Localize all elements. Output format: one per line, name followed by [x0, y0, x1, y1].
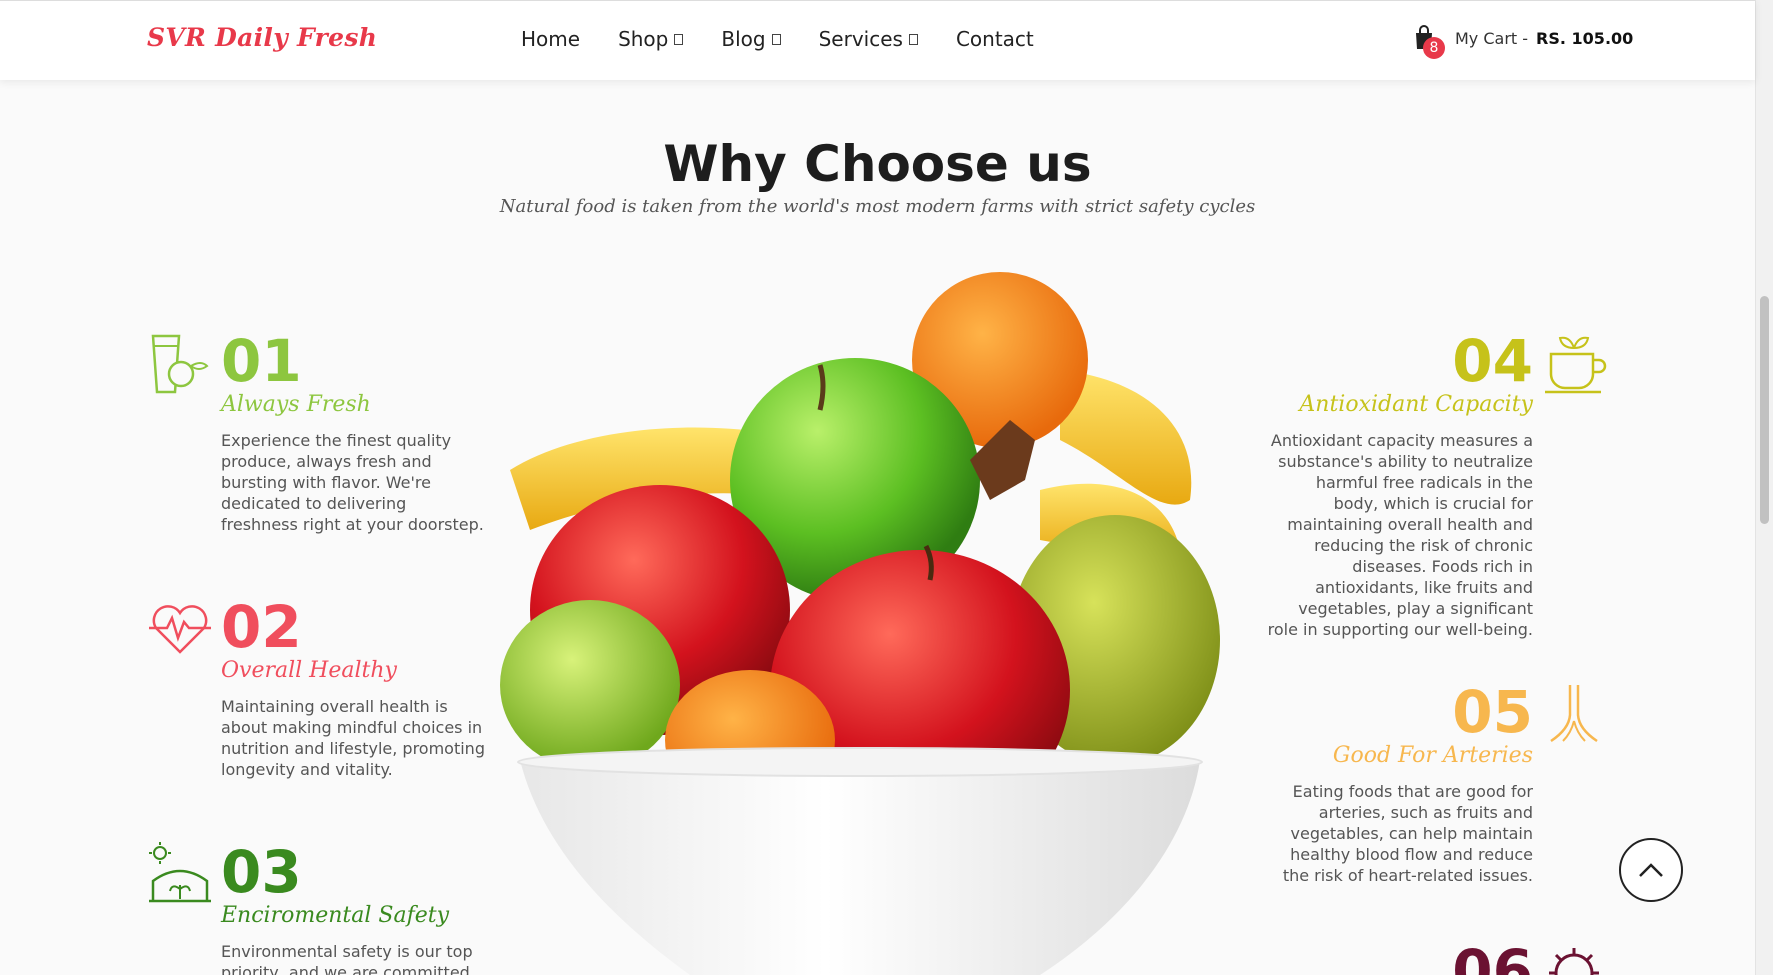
site-logo[interactable]: SVR Daily Fresh	[147, 23, 377, 52]
section-subtitle: Natural food is taken from the world's m…	[499, 196, 1256, 217]
feature-antioxidant-capacity: 04 Antioxidant Capacity Antioxidant capa…	[1267, 327, 1607, 639]
feature-title: Antioxidant Capacity	[1299, 392, 1533, 417]
nav-blog-label: Blog	[721, 27, 766, 51]
fruit-bowl-image	[500, 272, 1220, 975]
cart-label: My Cart -	[1455, 28, 1529, 48]
nav-home[interactable]: Home	[521, 27, 580, 51]
feature-number: 06	[1452, 940, 1533, 975]
feature-06: 06	[1267, 940, 1607, 975]
greenhouse-icon	[149, 842, 211, 903]
feature-number: 04	[1452, 327, 1533, 395]
feature-number: 02	[221, 593, 302, 661]
nav-contact-label: Contact	[955, 27, 1034, 51]
herbal-tea-icon	[1545, 336, 1607, 394]
feature-title: Good For Arteries	[1332, 743, 1533, 768]
nav-shop[interactable]: Shop	[618, 27, 684, 51]
arteries-icon	[1550, 685, 1598, 743]
nav-home-label: Home	[521, 27, 581, 51]
back-to-top-button[interactable]	[1619, 838, 1683, 902]
gear-icon	[1549, 948, 1599, 975]
cart-amount: RS. 105.00	[1536, 28, 1634, 48]
cart-summary[interactable]: 8 My Cart - RS. 105.00	[1413, 25, 1634, 59]
cart-count-badge: 8	[1423, 37, 1445, 59]
nav-contact[interactable]: Contact	[956, 27, 1034, 51]
feature-overall-healthy: 02 Overall Healthy Maintaining overall h…	[147, 596, 487, 796]
feature-text: Eating foods that are good for arteries,…	[1282, 782, 1533, 885]
feature-title: Overall Healthy	[221, 658, 397, 683]
juice-glass-icon	[151, 334, 209, 394]
site-header: SVR Daily Fresh Home Shop Blog Services …	[0, 0, 1755, 80]
dropdown-icon	[674, 33, 684, 45]
main-nav: Home Shop Blog Services Contact	[521, 27, 1034, 51]
feature-title: Always Fresh	[221, 392, 371, 417]
feature-number: 03	[221, 841, 302, 906]
feature-number: 05	[1452, 678, 1533, 746]
feature-number: 01	[221, 327, 302, 395]
nav-blog[interactable]: Blog	[721, 27, 781, 51]
nav-services-label: Services	[818, 27, 903, 51]
feature-text: Environmental safety is our top priority…	[221, 942, 473, 975]
feature-always-fresh: 01 Always Fresh Experience the finest qu…	[147, 330, 487, 550]
scrollbar-thumb[interactable]	[1760, 296, 1769, 524]
feature-good-for-arteries: 05 Good For Arteries Eating foods that a…	[1267, 681, 1607, 891]
nav-services[interactable]: Services	[819, 27, 918, 51]
feature-text: Experience the finest quality produce, a…	[221, 431, 484, 534]
heartbeat-icon	[149, 605, 211, 654]
nav-shop-label: Shop	[618, 27, 669, 51]
chevron-up-icon	[1639, 863, 1663, 877]
section-title: Why Choose us	[663, 135, 1092, 193]
feature-text: Antioxidant capacity measures a substanc…	[1267, 431, 1533, 639]
feature-environmental-safety: 03 Enciromental Safety Environmental saf…	[147, 841, 487, 975]
page-scrollbar[interactable]	[1755, 0, 1773, 975]
shopping-bag-icon[interactable]: 8	[1413, 25, 1445, 59]
feature-title: Enciromental Safety	[221, 903, 450, 928]
feature-text: Maintaining overall health is about maki…	[221, 697, 485, 779]
dropdown-icon	[908, 33, 918, 45]
dropdown-icon	[771, 33, 781, 45]
